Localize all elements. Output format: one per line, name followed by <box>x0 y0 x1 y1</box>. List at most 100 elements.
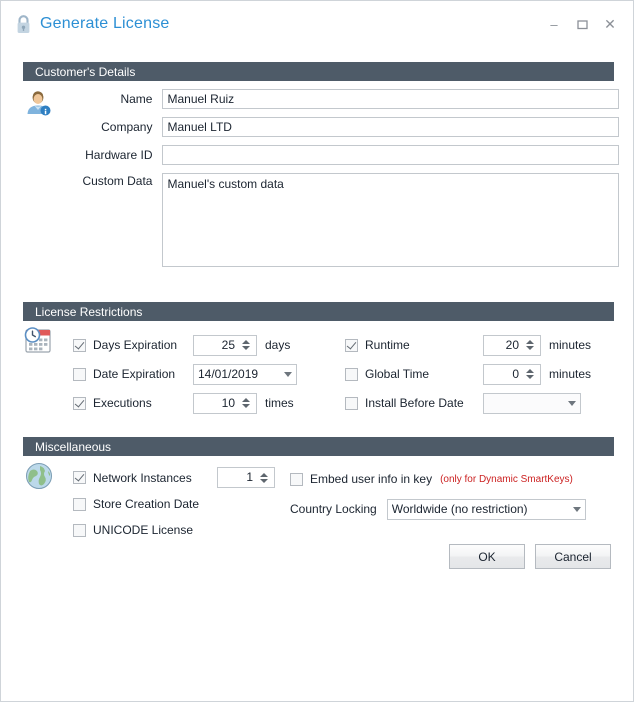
misc-right-column: Embed user info in key (only for Dynamic… <box>290 465 586 521</box>
runtime-value: 20 <box>505 337 519 352</box>
generate-license-window: Generate License – ✕ Customer's Details <box>0 0 634 702</box>
date-expiration-combo[interactable]: 14/01/2019 <box>193 363 297 385</box>
global-time-row: Global Time 0 minutes <box>345 358 591 390</box>
executions-value: 10 <box>221 395 235 410</box>
global-time-checkbox[interactable] <box>345 367 358 381</box>
spin-up-icon[interactable] <box>242 398 250 402</box>
runtime-spinner[interactable]: 20 <box>483 334 541 356</box>
title-bar: Generate License – ✕ <box>1 1 633 47</box>
customer-fields: Name Company Hardware ID Custom Data <box>59 89 619 267</box>
executions-spin-arrows[interactable] <box>239 394 256 413</box>
days-expiration-spinner[interactable]: 25 <box>193 334 257 356</box>
days-expiration-checkbox[interactable] <box>73 338 86 352</box>
name-input[interactable] <box>162 89 619 109</box>
calendar-clock-icon <box>23 327 55 359</box>
install-before-date-label: Install Before Date <box>365 396 464 410</box>
spin-down-icon[interactable] <box>526 346 534 350</box>
spin-up-icon[interactable] <box>526 369 534 373</box>
spin-down-icon[interactable] <box>242 404 250 408</box>
minimize-button[interactable]: – <box>541 13 567 35</box>
install-before-date-checkbox[interactable] <box>345 396 358 410</box>
customer-details-section: Customer's Details <box>23 62 614 81</box>
days-expiration-row: Days Expiration 25 days <box>73 332 297 358</box>
name-row: Name <box>59 89 619 109</box>
date-expiration-label: Date Expiration <box>93 367 176 381</box>
maximize-icon <box>576 19 588 29</box>
spin-up-icon[interactable] <box>242 340 250 344</box>
close-button[interactable]: ✕ <box>597 13 623 35</box>
global-time-spin-arrows[interactable] <box>523 365 540 384</box>
country-locking-combo[interactable]: Worldwide (no restriction) <box>386 498 586 520</box>
globe-icon <box>25 462 57 494</box>
spin-down-icon[interactable] <box>242 346 250 350</box>
chevron-down-icon[interactable] <box>284 371 292 377</box>
license-restrictions-header: License Restrictions <box>23 302 614 321</box>
global-time-value: 0 <box>512 366 519 381</box>
executions-unit: times <box>265 396 294 410</box>
restrictions-right-column: Runtime 20 minutes Global Time 0 minutes <box>345 332 591 416</box>
country-locking-label: Country Locking <box>290 502 377 516</box>
executions-spinner[interactable]: 10 <box>193 392 257 414</box>
network-instances-label: Network Instances <box>93 470 192 485</box>
days-expiration-label: Days Expiration <box>93 338 178 352</box>
runtime-spin-arrows[interactable] <box>523 336 540 355</box>
window-controls: – ✕ <box>541 13 623 35</box>
chevron-down-icon[interactable] <box>572 506 581 512</box>
dynamic-smartkeys-hint: (only for Dynamic SmartKeys) <box>440 473 573 485</box>
dialog-buttons: OK Cancel <box>449 544 611 569</box>
runtime-checkbox[interactable] <box>345 338 358 352</box>
global-time-label: Global Time <box>365 367 430 381</box>
executions-checkbox[interactable] <box>73 396 86 410</box>
spin-up-icon[interactable] <box>260 472 268 477</box>
spin-up-icon[interactable] <box>526 340 534 344</box>
hardware-id-row: Hardware ID <box>59 145 619 165</box>
custom-data-label: Custom Data <box>82 174 153 188</box>
name-label: Name <box>120 92 153 106</box>
network-instances-row: Network Instances 1 <box>73 464 275 491</box>
embed-user-info-checkbox[interactable] <box>290 472 303 486</box>
misc-left-column: Network Instances 1 Store Creation Date … <box>73 464 275 543</box>
company-input[interactable] <box>162 117 619 137</box>
runtime-row: Runtime 20 minutes <box>345 332 591 358</box>
store-creation-date-label: Store Creation Date <box>93 497 200 511</box>
date-expiration-value: 14/01/2019 <box>198 366 259 381</box>
install-before-date-combo[interactable] <box>483 392 581 414</box>
network-instances-spinner[interactable]: 1 <box>217 467 275 488</box>
executions-label: Executions <box>93 396 152 410</box>
global-time-unit: minutes <box>549 367 592 381</box>
global-time-spinner[interactable]: 0 <box>483 363 541 385</box>
days-expiration-value: 25 <box>221 337 235 352</box>
hardware-id-input[interactable] <box>162 145 619 165</box>
spin-down-icon[interactable] <box>260 478 268 483</box>
maximize-button[interactable] <box>569 13 595 35</box>
network-instances-checkbox[interactable] <box>73 471 86 484</box>
miscellaneous-section: Miscellaneous <box>23 437 614 456</box>
network-instances-value: 1 <box>246 470 253 484</box>
license-restrictions-section: License Restrictions <box>23 302 614 321</box>
user-info-icon <box>23 87 55 119</box>
country-locking-row: Country Locking Worldwide (no restrictio… <box>290 497 586 521</box>
custom-data-row: Custom Data <box>59 173 619 267</box>
company-row: Company <box>59 117 619 137</box>
store-creation-date-checkbox[interactable] <box>73 497 86 511</box>
hardware-id-label: Hardware ID <box>85 148 153 162</box>
unicode-license-label: UNICODE License <box>93 523 194 537</box>
network-instances-spin-arrows[interactable] <box>257 468 274 487</box>
custom-data-textarea[interactable] <box>162 173 619 267</box>
cancel-button[interactable]: Cancel <box>535 544 611 569</box>
window-title: Generate License <box>40 15 170 32</box>
date-expiration-checkbox[interactable] <box>73 367 86 381</box>
days-expiration-spin-arrows[interactable] <box>239 336 256 355</box>
customer-details-header: Customer's Details <box>23 62 614 81</box>
embed-user-info-label: Embed user info in key <box>310 472 433 486</box>
company-label: Company <box>101 120 153 134</box>
unicode-license-checkbox[interactable] <box>73 523 86 537</box>
embed-user-info-row: Embed user info in key (only for Dynamic… <box>290 465 586 493</box>
ok-button[interactable]: OK <box>449 544 525 569</box>
unicode-license-row: UNICODE License <box>73 517 275 543</box>
executions-row: Executions 10 times <box>73 390 297 416</box>
miscellaneous-header: Miscellaneous <box>23 437 614 456</box>
date-expiration-row: Date Expiration 14/01/2019 <box>73 358 297 390</box>
spin-down-icon[interactable] <box>526 375 534 379</box>
chevron-down-icon[interactable] <box>568 400 576 406</box>
